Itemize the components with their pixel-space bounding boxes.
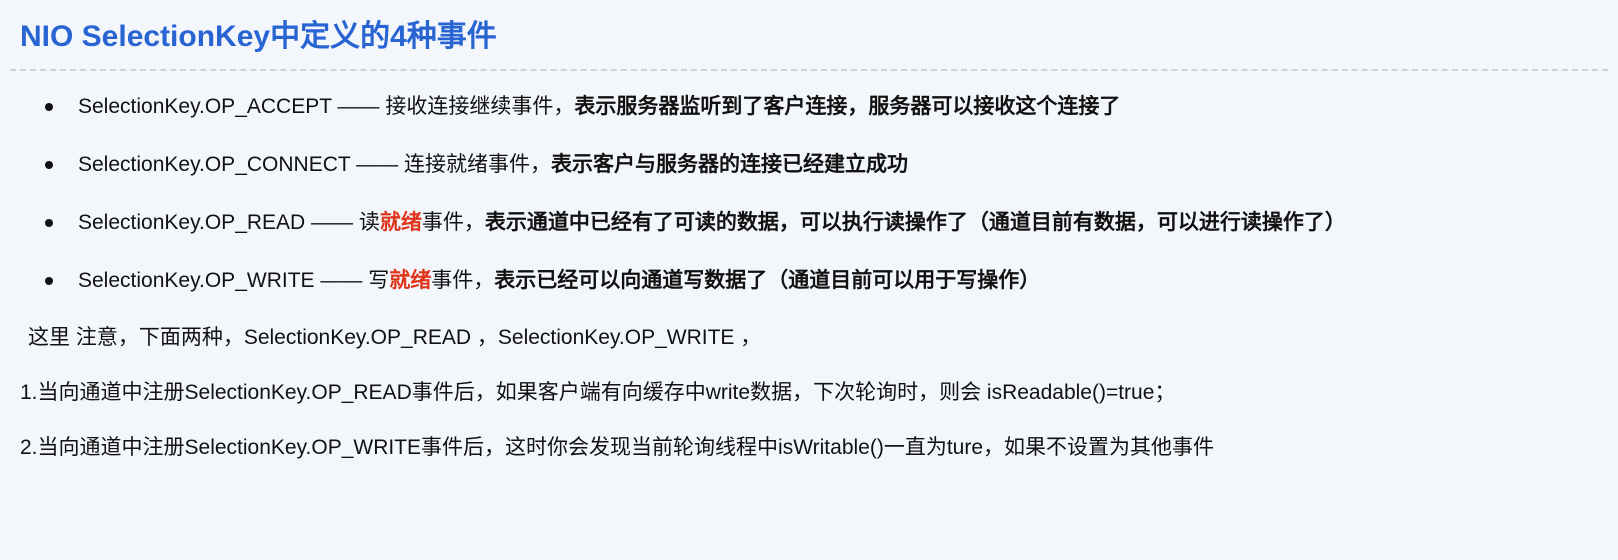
- bullet-dot-icon: [45, 103, 53, 111]
- list-item-op-read: SelectionKey.OP_READ —— 读就绪事件，表示通道中已经有了可…: [0, 200, 1346, 258]
- bullet-dot-icon: [45, 219, 53, 227]
- event-type: 接收连接继续事件，: [385, 95, 575, 118]
- point-one-paragraph: 1.当向通道中注册SelectionKey.OP_READ事件后，如果客户端有向…: [20, 381, 1176, 404]
- note-paragraph: 这里 注意，下面两种，SelectionKey.OP_READ ，Selecti…: [28, 326, 762, 349]
- dashed-divider: [10, 69, 1608, 71]
- bullet-dot-icon: [45, 277, 53, 285]
- event-highlight: 就绪: [389, 269, 432, 292]
- list-item-op-write: SelectionKey.OP_WRITE —— 写就绪事件，表示已经可以向通道…: [0, 258, 1346, 316]
- event-highlight: 就绪: [379, 211, 422, 234]
- section-heading: NIO SelectionKey中定义的4种事件: [20, 20, 497, 53]
- event-key: SelectionKey.OP_WRITE ——: [78, 269, 369, 292]
- event-description: 表示已经可以向通道写数据了（通道目前可以用于写操作）: [494, 269, 1041, 292]
- list-item-op-connect: SelectionKey.OP_CONNECT —— 连接就绪事件，表示客户与服…: [0, 142, 1346, 200]
- event-key: SelectionKey.OP_READ ——: [78, 211, 359, 234]
- event-list: SelectionKey.OP_ACCEPT —— 接收连接继续事件，表示服务器…: [0, 84, 1346, 316]
- point-two-paragraph: 2.当向通道中注册SelectionKey.OP_WRITE事件后，这时你会发现…: [20, 436, 1215, 459]
- event-description: 表示通道中已经有了可读的数据，可以执行读操作了（通道目前有数据，可以进行读操作了…: [484, 211, 1346, 234]
- event-description: 表示客户与服务器的连接已经建立成功: [551, 153, 908, 176]
- event-type: 连接就绪事件，: [404, 153, 551, 176]
- event-type-suffix: 事件，: [431, 269, 495, 292]
- article: NIO SelectionKey中定义的4种事件 SelectionKey.OP…: [0, 0, 1618, 560]
- event-description: 表示服务器监听到了客户连接，服务器可以接收这个连接了: [574, 95, 1121, 118]
- event-type: 写: [368, 269, 390, 292]
- event-key: SelectionKey.OP_ACCEPT ——: [78, 95, 386, 118]
- bullet-dot-icon: [45, 161, 53, 169]
- list-item-op-accept: SelectionKey.OP_ACCEPT —— 接收连接继续事件，表示服务器…: [0, 84, 1346, 142]
- event-type: 读: [358, 211, 380, 234]
- event-key: SelectionKey.OP_CONNECT ——: [78, 153, 404, 176]
- event-type-suffix: 事件，: [421, 211, 485, 234]
